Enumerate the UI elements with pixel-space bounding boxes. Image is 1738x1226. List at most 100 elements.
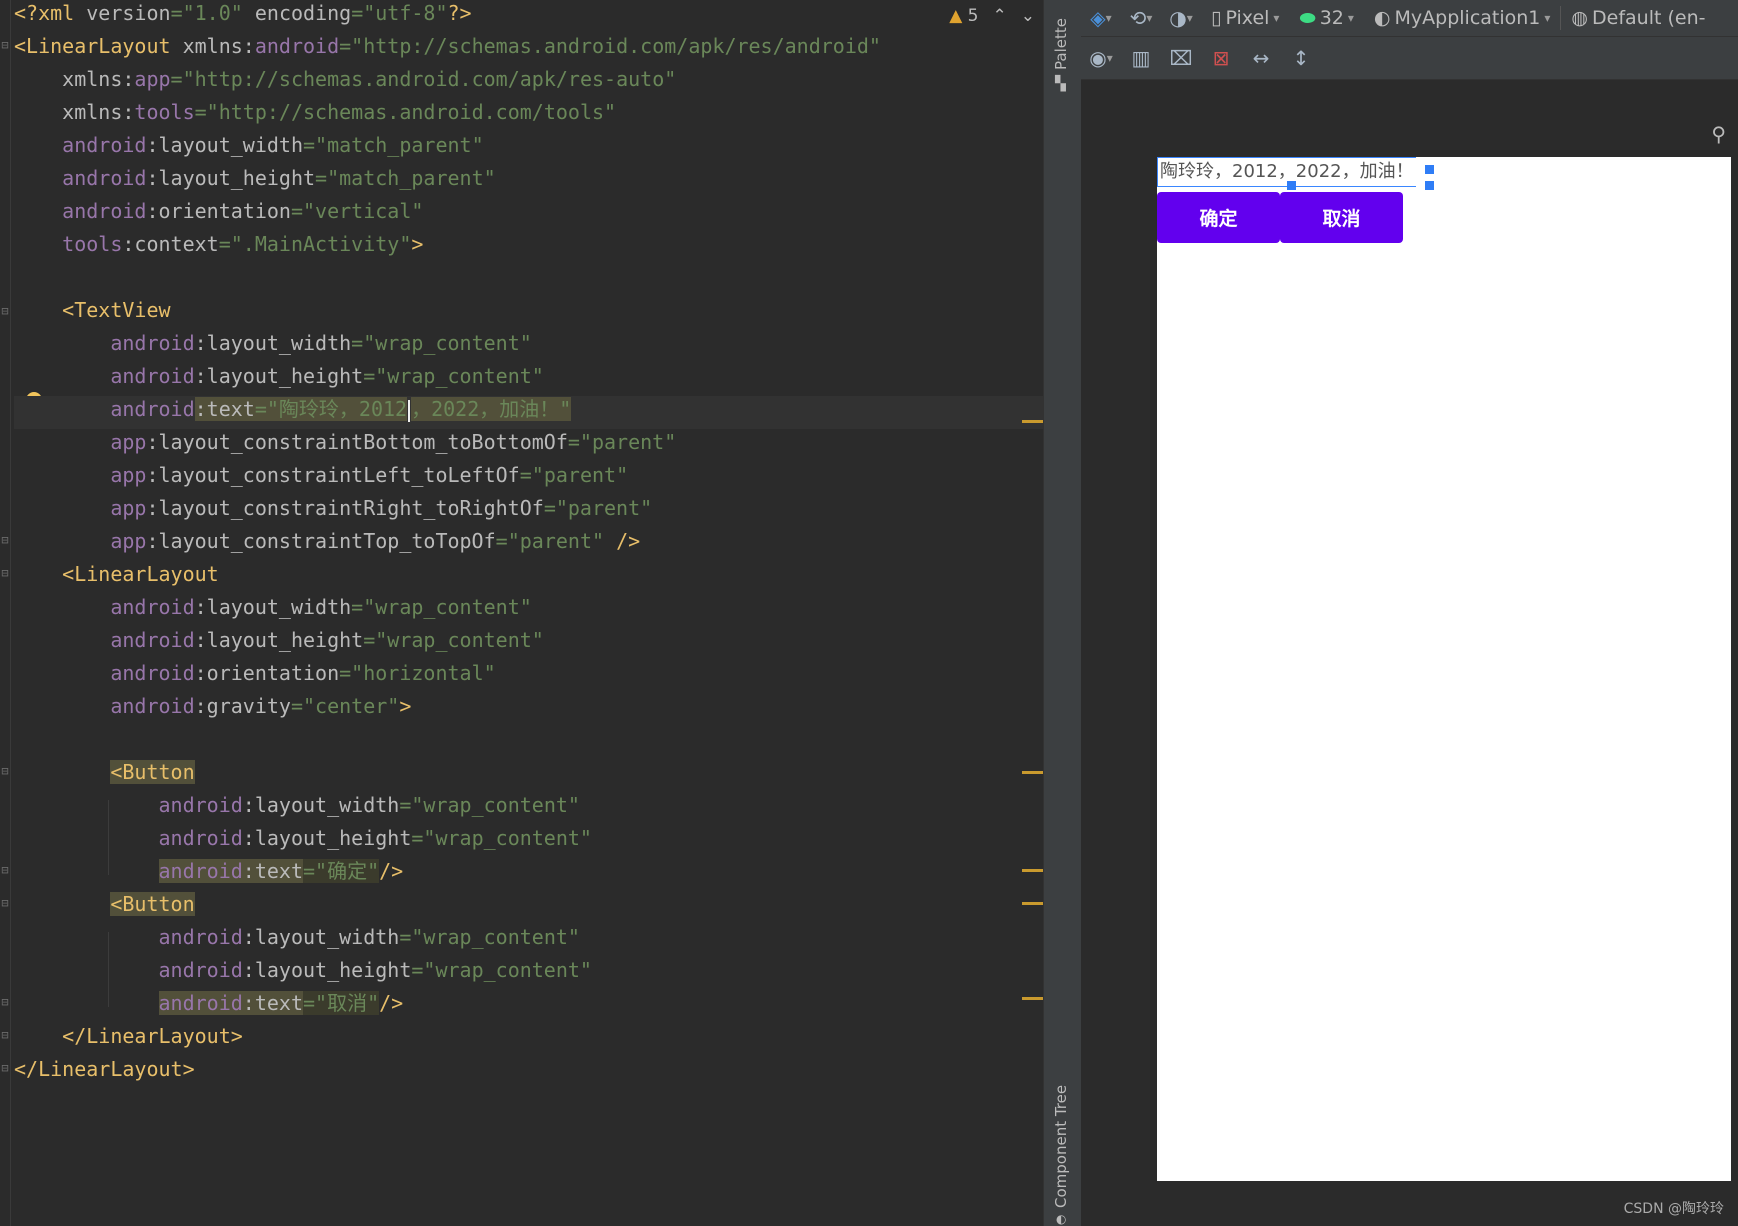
code-line[interactable]: <TextView <box>14 297 1043 330</box>
code-line[interactable]: <LinearLayout xmlns:android="http://sche… <box>14 33 1043 66</box>
fold-marker-icon[interactable]: ⊟ <box>0 1028 10 1042</box>
warning-stripe-mark[interactable] <box>1022 997 1043 1000</box>
code-token: :layout_constraintBottom_toBottomOf <box>146 430 568 454</box>
code-line[interactable]: android:text="取消"/> <box>14 990 1043 1023</box>
vertical-resize-icon[interactable]: ↕ <box>1281 41 1321 75</box>
code-token: android <box>14 133 147 157</box>
code-line[interactable]: android:layout_height="wrap_content" <box>14 957 1043 990</box>
code-token: ="http://schemas.android.com/tools" <box>194 100 617 124</box>
code-editor[interactable]: ⊟ ⊟ ⊟ ⊟ ⊟ ⊟ ⊟ ⊟ ⊟ ⊟ ▲ 5 ⌃ ⌄ <?xml versio… <box>0 0 1043 1226</box>
horizontal-resize-icon[interactable]: ↔ <box>1241 41 1281 75</box>
code-line[interactable]: tools:context=".MainActivity"> <box>14 231 1043 264</box>
magnet-off-icon[interactable]: ⌧ <box>1161 41 1201 75</box>
component-tree-icon: ◐ <box>1056 1212 1067 1226</box>
code-token: tools <box>14 232 123 256</box>
code-line[interactable]: app:layout_constraintBottom_toBottomOf="… <box>14 429 1043 462</box>
fold-marker-icon[interactable]: ⊟ <box>0 304 10 318</box>
code-line[interactable] <box>14 726 1043 759</box>
code-line[interactable]: <LinearLayout <box>14 561 1043 594</box>
split-view-icon[interactable]: ▥ <box>1121 41 1161 75</box>
theme-icon: ◐ <box>1373 7 1391 29</box>
code-lines[interactable]: <?xml version="1.0" encoding="utf-8"?> <L… <box>14 0 1043 1089</box>
code-token: :layout_width <box>194 331 352 355</box>
code-line[interactable]: android:text="确定"/> <box>14 858 1043 891</box>
preview-cancel-button[interactable]: 取消 <box>1280 192 1403 243</box>
resize-handle[interactable] <box>1425 165 1434 174</box>
theme-selector[interactable]: ◐ MyApplication1 ▾ <box>1364 7 1561 29</box>
code-line[interactable]: android:layout_height="match_parent" <box>14 165 1043 198</box>
clear-constraints-icon[interactable]: ⊠ <box>1201 41 1241 75</box>
code-line[interactable]: xmlns:app="http://schemas.android.com/ap… <box>14 66 1043 99</box>
fold-marker-icon[interactable]: ⊟ <box>0 896 10 910</box>
code-line[interactable] <box>14 264 1043 297</box>
orientation-icon[interactable]: ⟲ ▾ <box>1121 1 1161 35</box>
code-line[interactable]: android:layout_height="wrap_content" <box>14 363 1043 396</box>
code-line[interactable]: <?xml version="1.0" encoding="utf-8"?> <box>14 0 1043 33</box>
warning-stripe-mark[interactable] <box>1022 420 1043 423</box>
code-line[interactable]: app:layout_constraintLeft_toLeftOf="pare… <box>14 462 1043 495</box>
code-line[interactable]: android:layout_width="match_parent" <box>14 132 1043 165</box>
fold-marker-icon[interactable]: ⊟ <box>0 38 10 52</box>
pin-icon[interactable]: ⚲ <box>1711 122 1726 146</box>
fold-marker-icon[interactable]: ⊟ <box>0 1061 10 1075</box>
code-token: ="match_parent" <box>315 166 496 190</box>
code-token: app <box>134 67 171 91</box>
code-token: :orientation <box>146 199 291 223</box>
code-line[interactable]: <Button <box>14 759 1043 792</box>
warning-stripe-mark[interactable] <box>1022 771 1043 774</box>
code-token: version <box>86 1 171 25</box>
code-token: android <box>158 991 243 1015</box>
code-line[interactable]: <Button <box>14 891 1043 924</box>
code-line[interactable]: android:layout_width="wrap_content" <box>14 594 1043 627</box>
code-line[interactable]: android:orientation="horizontal" <box>14 660 1043 693</box>
fold-marker-icon[interactable]: ⊟ <box>0 764 10 778</box>
watermark: CSDN @陶玲玲 <box>1623 1201 1724 1217</box>
preview-ok-button[interactable]: 确定 <box>1157 192 1280 243</box>
code-line[interactable]: app:layout_constraintTop_toTopOf="parent… <box>14 528 1043 561</box>
tab-component-tree[interactable]: Component Tree ◐ <box>1044 1080 1081 1226</box>
code-line[interactable]: xmlns:tools="http://schemas.android.com/… <box>14 99 1043 132</box>
code-line[interactable]: android:layout_height="wrap_content" <box>14 825 1043 858</box>
warning-stripe-mark[interactable] <box>1022 902 1043 905</box>
code-token: ="陶玲玲，2012 <box>254 397 408 421</box>
warning-stripe-mark[interactable] <box>1022 869 1043 872</box>
code-line[interactable]: </LinearLayout> <box>14 1056 1043 1089</box>
device-preview[interactable]: 陶玲玲，2012，2022，加油！ 确定 取消 <box>1157 157 1731 1181</box>
code-token: /> <box>616 529 641 553</box>
resize-handle[interactable] <box>1425 181 1434 190</box>
fold-marker-icon[interactable]: ⊟ <box>0 533 10 547</box>
eye-icon[interactable]: ◉ ▾ <box>1081 41 1121 75</box>
code-line[interactable]: android:layout_width="wrap_content" <box>14 330 1043 363</box>
design-secondary-toolbar: ◉ ▾ ▥ ⌧ ⊠ ↔ ↕ <box>1081 37 1738 80</box>
tab-palette[interactable]: ▚ Palette <box>1044 14 1081 94</box>
code-line[interactable]: android:layout_width="wrap_content" <box>14 792 1043 825</box>
resize-handle[interactable] <box>1287 181 1296 190</box>
code-token: xmlns: <box>14 67 135 91</box>
fold-marker-icon[interactable]: ⊟ <box>0 863 10 877</box>
api-selector[interactable]: ⬬ 32 ▾ <box>1289 7 1363 29</box>
code-line[interactable]: android:text="陶玲玲，2012 ，2022，加油！" <box>14 396 1043 429</box>
code-line[interactable]: android:layout_width="wrap_content" <box>14 924 1043 957</box>
night-mode-icon[interactable]: ◑ ▾ <box>1161 1 1201 35</box>
code-line[interactable]: android:layout_height="wrap_content" <box>14 627 1043 660</box>
code-line[interactable]: android:gravity="center"> <box>14 693 1043 726</box>
code-token: ="vertical" <box>290 199 424 223</box>
code-line[interactable]: android:orientation="vertical" <box>14 198 1043 231</box>
code-token: xmlns: <box>182 34 255 58</box>
device-selector[interactable]: ▯ Pixel ▾ <box>1201 7 1289 29</box>
android-icon: ⬬ <box>1299 7 1316 29</box>
fold-marker-icon[interactable]: ⊟ <box>0 995 10 1009</box>
layers-icon[interactable]: ◈ ▾ <box>1081 1 1121 35</box>
code-line[interactable]: </LinearLayout> <box>14 1023 1043 1056</box>
code-token: android <box>14 397 195 421</box>
code-token: ?> <box>447 1 472 25</box>
locale-selector[interactable]: ◍ Default (en- <box>1561 7 1715 29</box>
code-token: :orientation <box>194 661 340 685</box>
code-token: <LinearLayout <box>14 34 183 58</box>
fold-marker-icon[interactable]: ⊟ <box>0 566 10 580</box>
code-token: ="wrap_content" <box>351 331 532 355</box>
code-token: ="wrap_content" <box>399 925 580 949</box>
code-line[interactable]: app:layout_constraintRight_toRightOf="pa… <box>14 495 1043 528</box>
code-token: ="wrap_content" <box>399 793 580 817</box>
